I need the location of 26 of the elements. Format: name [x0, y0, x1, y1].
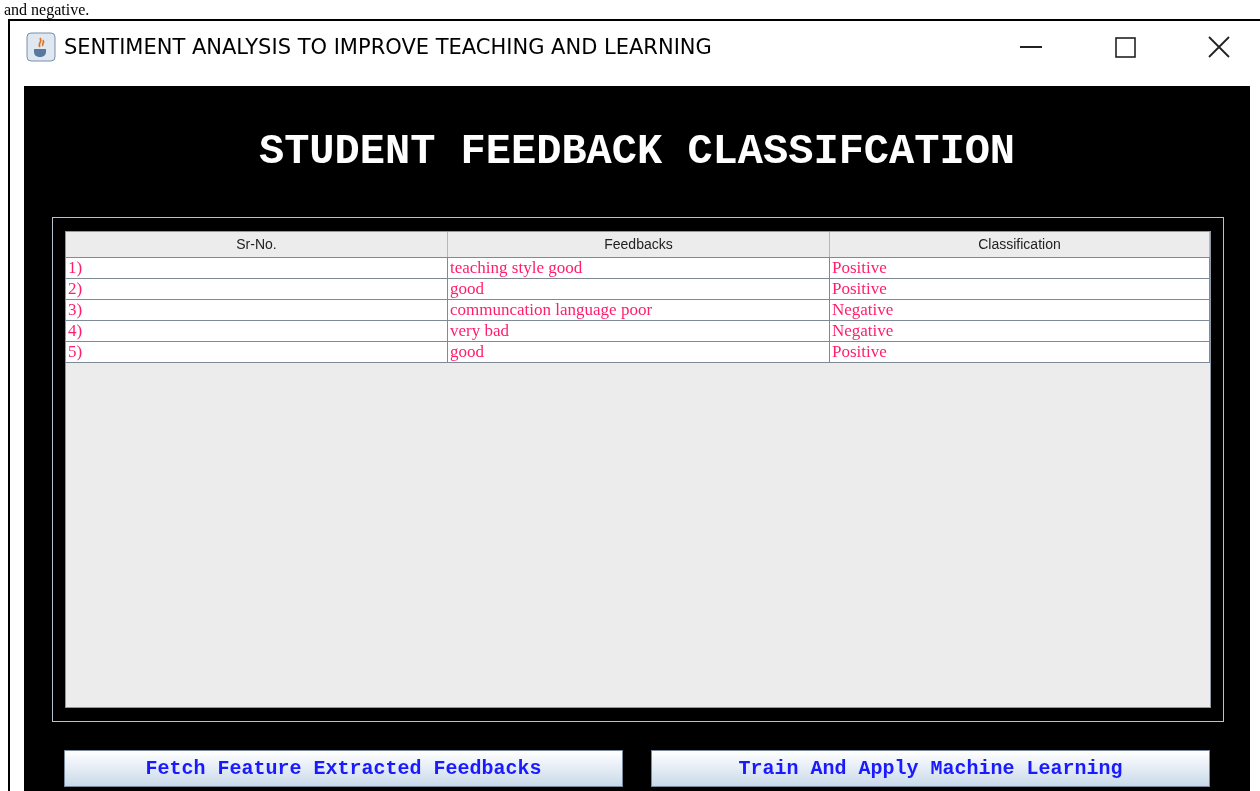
- action-button[interactable]: Fetch Feature Extracted Feedbacks: [64, 750, 623, 787]
- table-cell: good: [448, 279, 830, 299]
- table-cell: Positive: [830, 342, 1210, 362]
- table-cell: 4): [66, 321, 448, 341]
- table-cell: 2): [66, 279, 448, 299]
- table-cell: 5): [66, 342, 448, 362]
- close-icon[interactable]: [1208, 36, 1230, 58]
- table-cell: 3): [66, 300, 448, 320]
- table-cell: Positive: [830, 279, 1210, 299]
- table-cell: good: [448, 342, 830, 362]
- table-cell: teaching style good: [448, 258, 830, 278]
- heading: STUDENT FEEDBACK CLASSIFCATION: [257, 128, 1017, 176]
- table-cell: Negative: [830, 321, 1210, 341]
- java-cup-icon: [26, 32, 56, 62]
- maximize-icon[interactable]: [1114, 36, 1136, 58]
- table-cell: Positive: [830, 258, 1210, 278]
- table-cell: 1): [66, 258, 448, 278]
- table-cell: Negative: [830, 300, 1210, 320]
- table-cell: communcation language poor: [448, 300, 830, 320]
- table-cell: very bad: [448, 321, 830, 341]
- page-text: and negative.: [4, 1, 90, 18]
- window-title: SENTIMENT ANALYSIS TO IMPROVE TEACHING AND LEARNING: [64, 35, 713, 59]
- column-header[interactable]: Sr-No.: [66, 232, 448, 257]
- column-header[interactable]: Classification: [830, 232, 1210, 257]
- column-header[interactable]: Feedbacks: [448, 232, 830, 257]
- action-button[interactable]: Train And Apply Machine Learning: [651, 750, 1210, 787]
